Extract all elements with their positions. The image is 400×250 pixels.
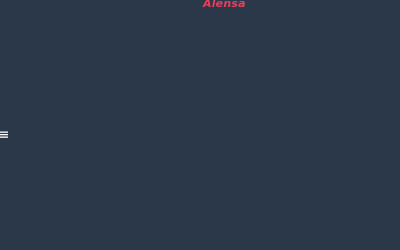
hamburger-menu-button[interactable] <box>0 130 9 139</box>
brand-logo[interactable]: Alensa <box>203 0 246 11</box>
hamburger-menu-icon <box>0 130 9 139</box>
app-screen: Alensa <box>0 0 400 250</box>
